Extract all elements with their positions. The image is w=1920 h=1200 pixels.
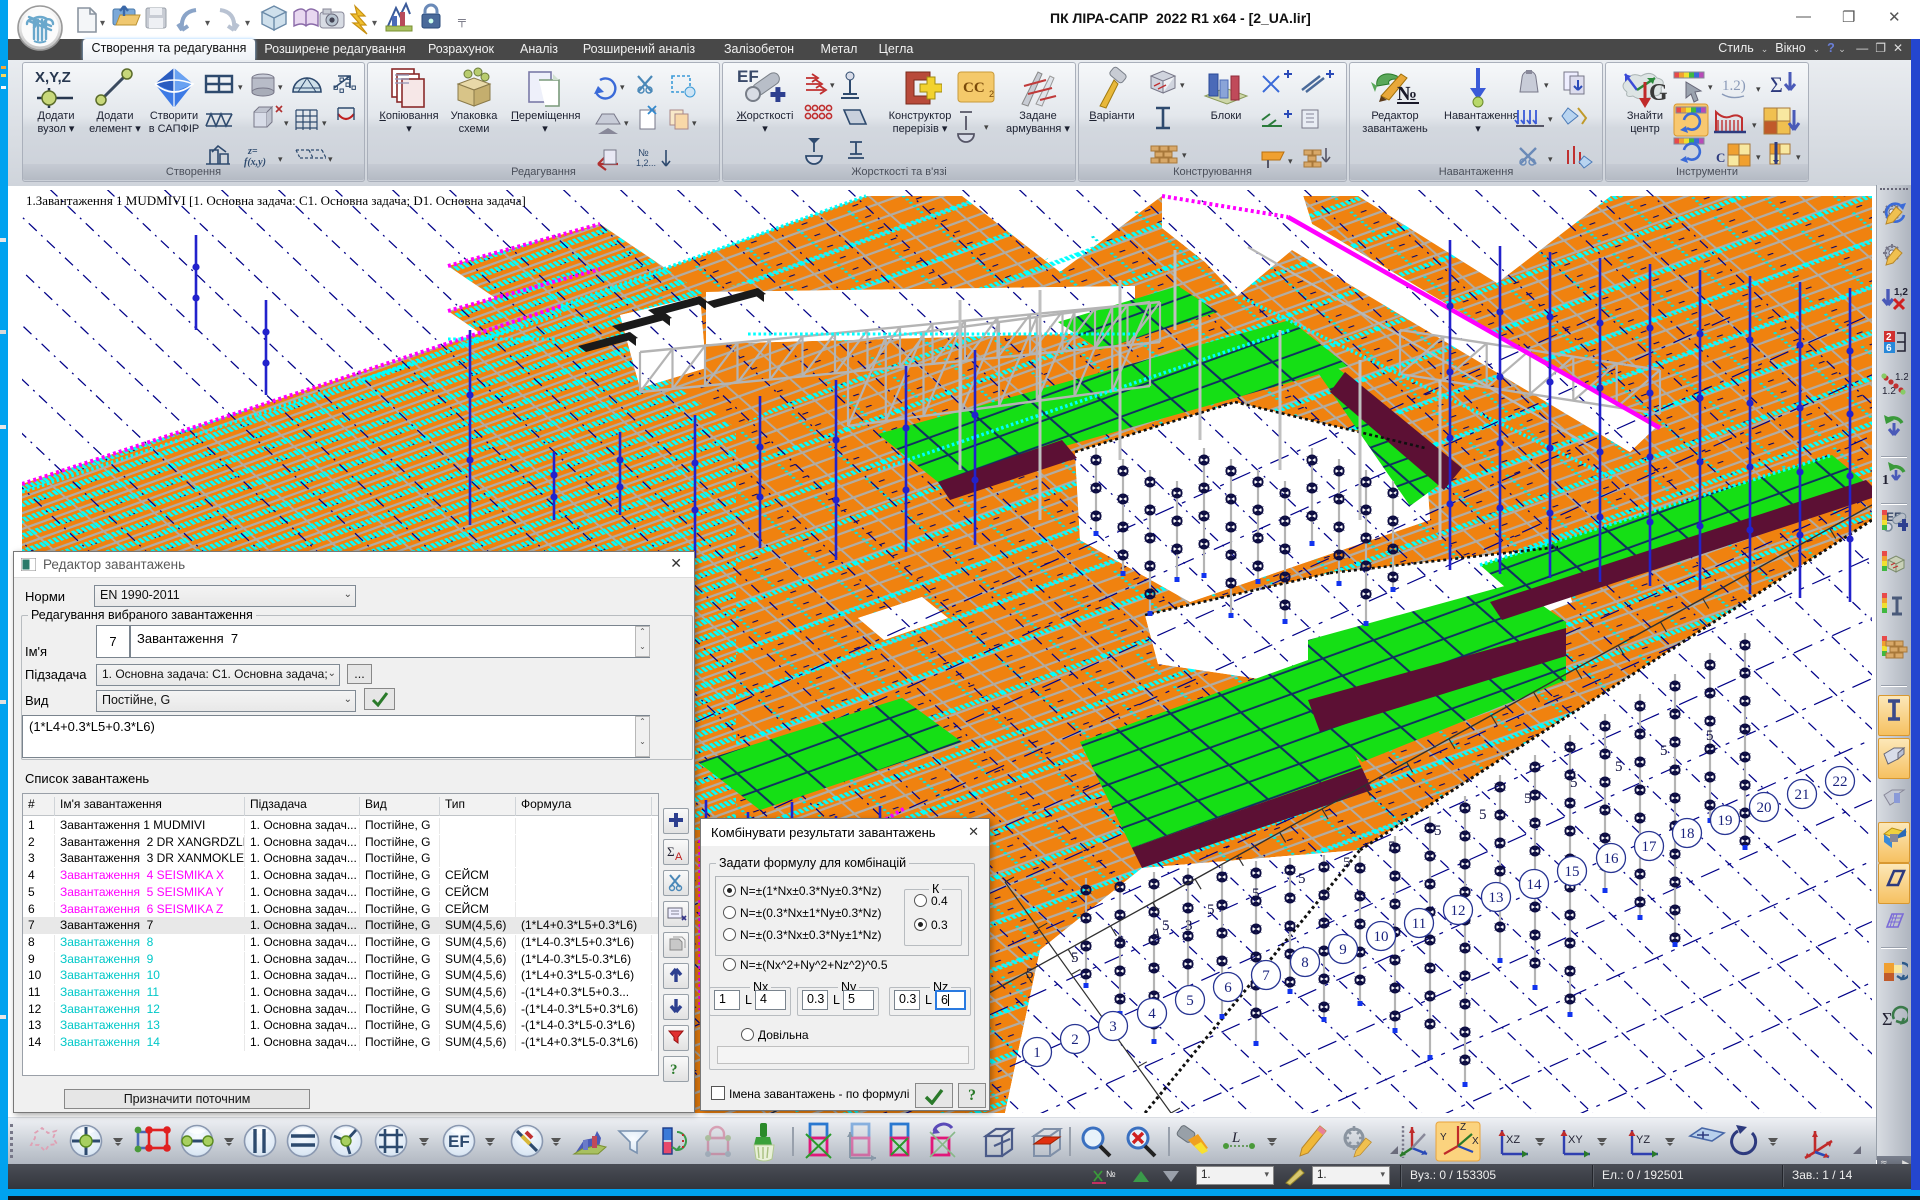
svg-text:18: 18 bbox=[1680, 826, 1695, 842]
svg-text:2: 2 bbox=[1886, 332, 1892, 343]
svg-text:EF: EF bbox=[448, 1132, 470, 1151]
svg-text:19: 19 bbox=[1718, 813, 1733, 829]
svg-text:5: 5 bbox=[1207, 902, 1215, 918]
svg-text:5: 5 bbox=[1298, 871, 1306, 887]
svg-text:5: 5 bbox=[1479, 807, 1487, 823]
svg-text:▾: ▾ bbox=[100, 18, 105, 29]
svg-text:6: 6 bbox=[1224, 980, 1232, 996]
svg-text:1,2: 1,2 bbox=[1894, 287, 1908, 298]
svg-text:5: 5 bbox=[1026, 966, 1034, 982]
svg-text:15: 15 bbox=[1565, 864, 1580, 880]
svg-text:▾: ▾ bbox=[372, 18, 377, 29]
svg-text:5: 5 bbox=[1388, 839, 1396, 855]
svg-text:5: 5 bbox=[1660, 743, 1668, 759]
svg-text:20: 20 bbox=[1757, 800, 1772, 816]
svg-text:13: 13 bbox=[1489, 890, 1504, 906]
svg-text:7: 7 bbox=[1262, 968, 1270, 984]
svg-text:21: 21 bbox=[1795, 787, 1810, 803]
svg-text:Z: Z bbox=[1460, 1122, 1466, 1133]
svg-text:?: ? bbox=[670, 1062, 678, 1078]
svg-text:6: 6 bbox=[1886, 343, 1892, 354]
svg-text:3: 3 bbox=[1109, 1019, 1117, 1035]
svg-text:▾: ▾ bbox=[245, 18, 250, 29]
svg-text:4: 4 bbox=[1148, 1006, 1156, 1022]
svg-text:Y: Y bbox=[1440, 1132, 1447, 1143]
svg-text:YZ: YZ bbox=[1636, 1134, 1650, 1146]
svg-text:1: 1 bbox=[1033, 1045, 1041, 1061]
svg-text:▾: ▾ bbox=[205, 18, 210, 29]
svg-text:Σ: Σ bbox=[667, 844, 675, 859]
svg-text:X: X bbox=[1472, 1136, 1479, 1147]
svg-text:XZ: XZ bbox=[1506, 1134, 1520, 1146]
svg-text:1: 1 bbox=[1882, 473, 1889, 488]
svg-text:10: 10 bbox=[1374, 929, 1389, 945]
svg-text:XY: XY bbox=[1568, 1134, 1583, 1146]
svg-text:5: 5 bbox=[1615, 759, 1623, 775]
svg-text:5: 5 bbox=[1570, 775, 1578, 791]
svg-text:2: 2 bbox=[1071, 1032, 1079, 1048]
svg-text:12: 12 bbox=[1451, 903, 1466, 919]
svg-text:1.2: 1.2 bbox=[1895, 372, 1908, 383]
svg-text:5: 5 bbox=[1252, 886, 1260, 902]
svg-text:L: L bbox=[1231, 1130, 1240, 1146]
svg-text:22: 22 bbox=[1833, 774, 1848, 790]
svg-text:5: 5 bbox=[1434, 823, 1442, 839]
svg-text:№: № bbox=[1106, 1169, 1116, 1179]
svg-text:3: 3 bbox=[1185, 918, 1193, 934]
svg-text:17: 17 bbox=[1642, 839, 1658, 855]
svg-text:5: 5 bbox=[1524, 791, 1532, 807]
svg-text:11: 11 bbox=[1412, 916, 1426, 932]
svg-text:5: 5 bbox=[1706, 728, 1714, 744]
svg-text:5: 5 bbox=[1071, 950, 1079, 966]
svg-text:5: 5 bbox=[1186, 993, 1194, 1009]
svg-text:╤: ╤ bbox=[457, 15, 466, 28]
svg-text:А: А bbox=[1150, 926, 1161, 942]
svg-text:9: 9 bbox=[1339, 942, 1347, 958]
svg-text:5: 5 bbox=[1117, 934, 1125, 950]
svg-text:8: 8 bbox=[1301, 955, 1309, 971]
svg-text:5: 5 bbox=[1343, 855, 1351, 871]
svg-text:16: 16 bbox=[1604, 851, 1620, 867]
svg-text:A: A bbox=[675, 851, 683, 862]
svg-text:14: 14 bbox=[1527, 877, 1543, 893]
svg-text:5: 5 bbox=[1162, 918, 1170, 934]
svg-text:Σ: Σ bbox=[1882, 1009, 1892, 1029]
